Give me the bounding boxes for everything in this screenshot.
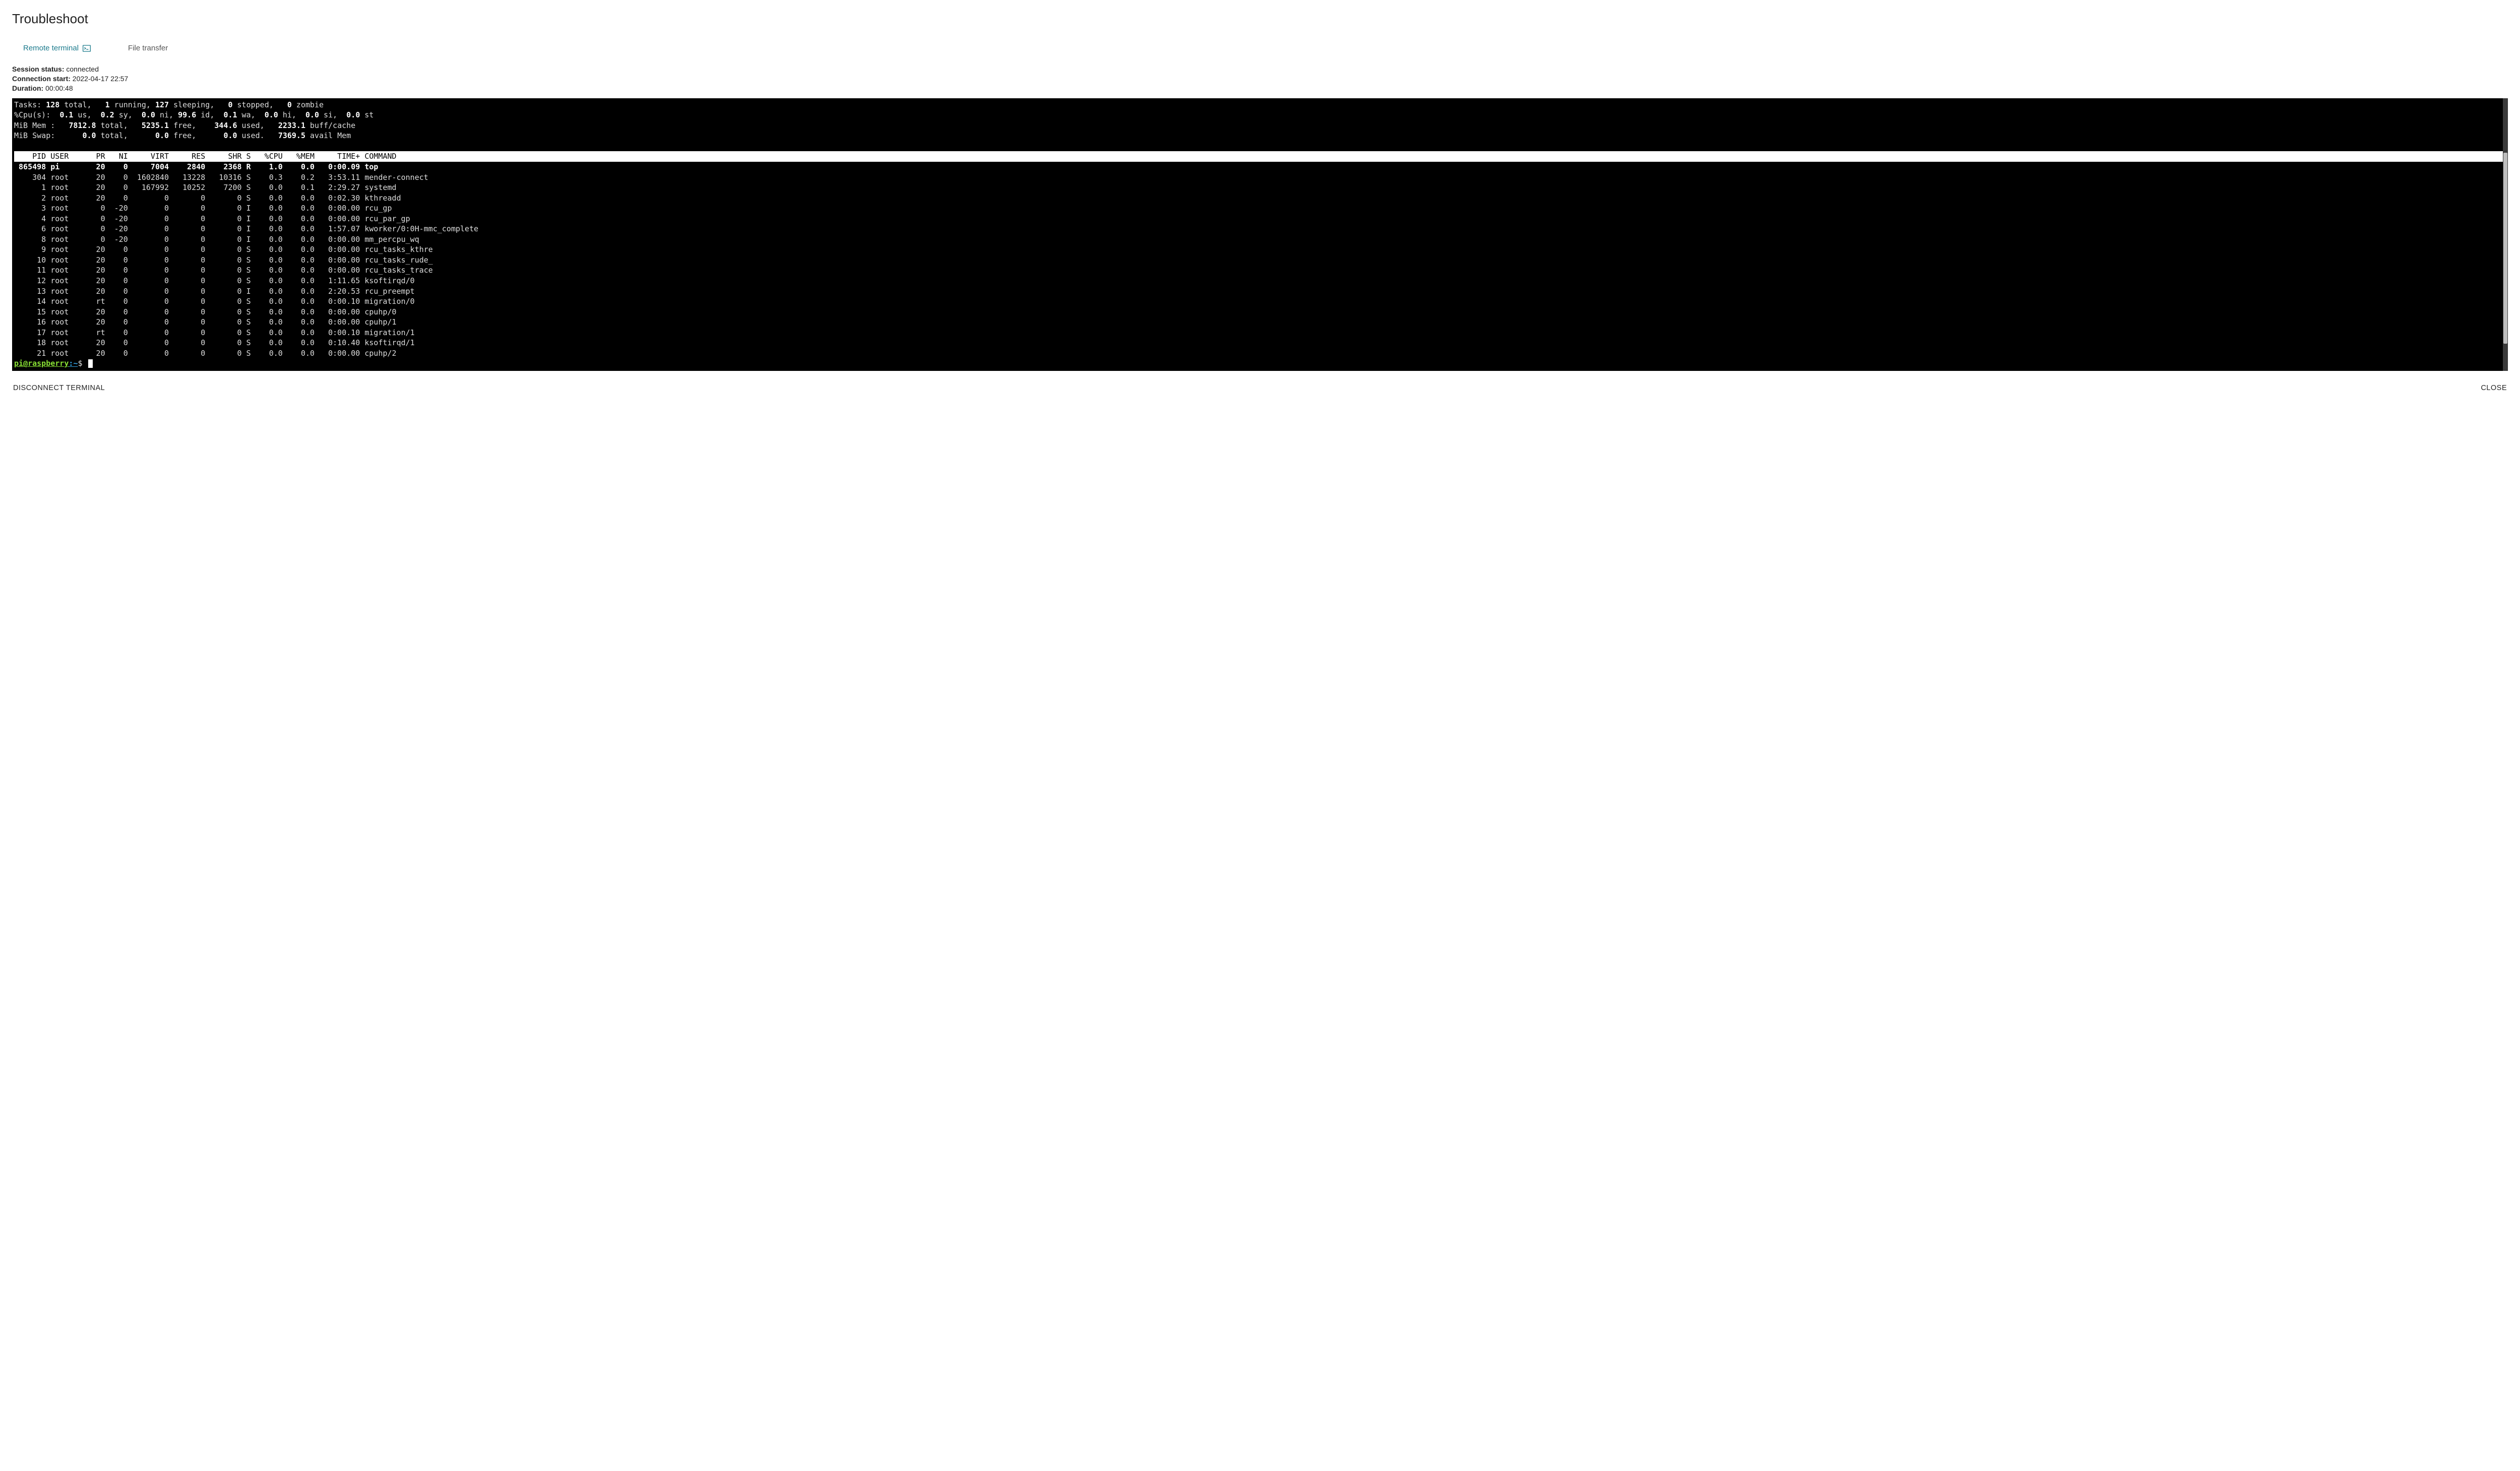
process-row: 10 root 20 0 0 0 0 S 0.0 0.0 0:00.00 rcu… bbox=[14, 255, 2506, 266]
process-row: 1 root 20 0 167992 10252 7200 S 0.0 0.1 … bbox=[14, 182, 2506, 193]
cursor-icon bbox=[88, 359, 93, 368]
process-row: 16 root 20 0 0 0 0 S 0.0 0.0 0:00.00 cpu… bbox=[14, 317, 2506, 328]
terminal-prompt[interactable]: pi@raspberry:~$ bbox=[14, 358, 2506, 369]
process-row: 2 root 20 0 0 0 0 S 0.0 0.0 0:02.30 kthr… bbox=[14, 193, 2506, 204]
tab-remote-terminal[interactable]: Remote terminal bbox=[23, 44, 91, 52]
process-row: 865498 pi 20 0 7004 2840 2368 R 1.0 0.0 … bbox=[14, 162, 2506, 172]
process-row: 21 root 20 0 0 0 0 S 0.0 0.0 0:00.00 cpu… bbox=[14, 348, 2506, 359]
disconnect-terminal-button[interactable]: DISCONNECT TERMINAL bbox=[13, 384, 105, 392]
terminal-scrollbar-thumb[interactable] bbox=[2503, 153, 2507, 344]
process-table-header: PID USER PR NI VIRT RES SHR S %CPU %MEM … bbox=[14, 151, 2506, 162]
duration-line: Duration: 00:00:48 bbox=[12, 84, 2508, 93]
process-row: 11 root 20 0 0 0 0 S 0.0 0.0 0:00.00 rcu… bbox=[14, 265, 2506, 276]
bottom-bar: DISCONNECT TERMINAL CLOSE bbox=[12, 371, 2508, 392]
process-row: 15 root 20 0 0 0 0 S 0.0 0.0 0:00.00 cpu… bbox=[14, 307, 2506, 317]
terminal[interactable]: Tasks: 128 total, 1 running, 127 sleepin… bbox=[12, 98, 2508, 371]
duration-value: 00:00:48 bbox=[45, 84, 73, 92]
connection-start-label: Connection start: bbox=[12, 75, 71, 83]
process-row: 14 root rt 0 0 0 0 S 0.0 0.0 0:00.10 mig… bbox=[14, 296, 2506, 307]
tabs: Remote terminal File transfer bbox=[12, 38, 2508, 61]
tab-file-transfer[interactable]: File transfer bbox=[128, 44, 168, 52]
process-row: 3 root 0 -20 0 0 0 I 0.0 0.0 0:00.00 rcu… bbox=[14, 203, 2506, 214]
process-row: 8 root 0 -20 0 0 0 I 0.0 0.0 0:00.00 mm_… bbox=[14, 234, 2506, 245]
connection-start-line: Connection start: 2022-04-17 22:57 bbox=[12, 74, 2508, 84]
terminal-container: Tasks: 128 total, 1 running, 127 sleepin… bbox=[12, 98, 2508, 371]
process-row: 17 root rt 0 0 0 0 S 0.0 0.0 0:00.10 mig… bbox=[14, 328, 2506, 338]
connection-start-value: 2022-04-17 22:57 bbox=[73, 75, 129, 83]
terminal-scrollbar[interactable] bbox=[2503, 98, 2508, 371]
process-row: 9 root 20 0 0 0 0 S 0.0 0.0 0:00.00 rcu_… bbox=[14, 244, 2506, 255]
duration-label: Duration: bbox=[12, 84, 43, 92]
session-status-line: Session status: connected bbox=[12, 65, 2508, 74]
tab-remote-terminal-label: Remote terminal bbox=[23, 44, 79, 52]
page-title: Troubleshoot bbox=[12, 11, 2508, 27]
session-status-block: Session status: connected Connection sta… bbox=[12, 65, 2508, 93]
terminal-icon bbox=[83, 45, 91, 52]
process-row: 4 root 0 -20 0 0 0 I 0.0 0.0 0:00.00 rcu… bbox=[14, 214, 2506, 224]
session-status-value: connected bbox=[66, 65, 99, 73]
session-status-label: Session status: bbox=[12, 65, 64, 73]
process-row: 6 root 0 -20 0 0 0 I 0.0 0.0 1:57.07 kwo… bbox=[14, 224, 2506, 234]
process-row: 304 root 20 0 1602840 13228 10316 S 0.3 … bbox=[14, 172, 2506, 183]
process-row: 18 root 20 0 0 0 0 S 0.0 0.0 0:10.40 kso… bbox=[14, 338, 2506, 348]
close-button[interactable]: CLOSE bbox=[2481, 384, 2507, 392]
process-row: 12 root 20 0 0 0 0 S 0.0 0.0 1:11.65 kso… bbox=[14, 276, 2506, 286]
process-row: 13 root 20 0 0 0 0 I 0.0 0.0 2:20.53 rcu… bbox=[14, 286, 2506, 297]
tab-file-transfer-label: File transfer bbox=[128, 44, 168, 52]
